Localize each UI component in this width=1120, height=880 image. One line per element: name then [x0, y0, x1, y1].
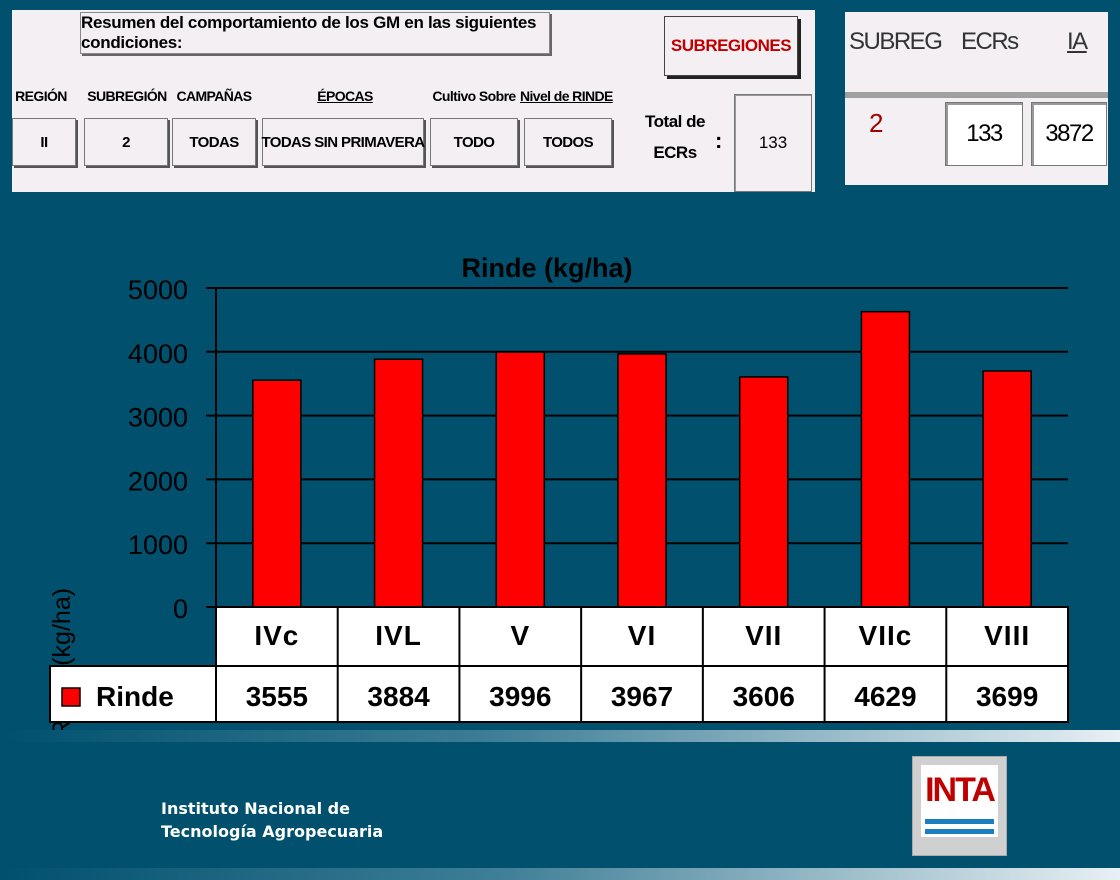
- total-ecrs-value: 133: [734, 94, 812, 192]
- institute-line2: Tecnología Agropecuaria: [161, 822, 384, 841]
- category-label-VII: VII: [745, 620, 782, 651]
- logo-text: INTA: [925, 771, 996, 809]
- y-tick-1000: 1000: [128, 530, 188, 560]
- bar-VII: [738, 376, 789, 608]
- subreg-value: 2: [869, 108, 884, 138]
- data-label-VIIc: 4629: [854, 681, 916, 712]
- subreg-panel: SUBREG ECRs IA 2 133 3872: [845, 12, 1108, 185]
- data-label-V: 3996: [489, 681, 551, 712]
- category-label-VI: VI: [628, 620, 656, 651]
- region-value[interactable]: II: [12, 118, 76, 166]
- bar-IVL: [373, 358, 424, 608]
- chart-title: Rinde (kg/ha): [461, 253, 632, 283]
- category-label-IVc: IVc: [254, 620, 299, 651]
- campanas-value[interactable]: TODAS: [172, 118, 256, 166]
- bar-IVc: [252, 379, 302, 608]
- y-tick-2000: 2000: [128, 466, 188, 496]
- total-colon: :: [715, 128, 723, 153]
- institute-line1: Instituto Nacional de: [161, 799, 350, 818]
- inta-logo: INTA: [912, 756, 1007, 856]
- legend-label: Rinde: [96, 681, 174, 712]
- data-label-VIII: 3699: [976, 681, 1038, 712]
- category-label-VIII: VIII: [984, 620, 1030, 651]
- cultivo-sobre-value[interactable]: TODO: [430, 118, 518, 166]
- ia-value: 3872: [1031, 102, 1107, 166]
- total-label-line2: ECRs: [653, 143, 697, 162]
- ia-header: IA: [1067, 28, 1088, 55]
- category-label-IVL: IVL: [375, 620, 422, 651]
- y-tick-3000: 3000: [128, 403, 188, 433]
- divider-stripe: [0, 730, 1120, 742]
- ecrs-value: 133: [945, 102, 1023, 166]
- data-label-VII: 3606: [733, 681, 795, 712]
- data-label-VI: 3967: [611, 681, 673, 712]
- rinde-bar-chart: Rinde (kg/ha) Rinde (kg/ha) 010002000300…: [48, 253, 1069, 738]
- data-label-IVL: 3884: [367, 681, 430, 712]
- subregion-value[interactable]: 2: [84, 118, 168, 166]
- category-label-V: V: [510, 620, 530, 651]
- y-tick-4000: 4000: [128, 339, 188, 369]
- epocas-value[interactable]: TODAS SIN PRIMAVERA: [261, 118, 425, 166]
- header-nivel-rinde: Nivel de RINDE: [520, 88, 613, 104]
- header-subregion: SUBREGIÓN: [87, 88, 167, 104]
- y-tick-0: 0: [173, 594, 188, 624]
- data-label-IVc: 3555: [246, 681, 308, 712]
- nivel-rinde-value[interactable]: TODOS: [524, 118, 612, 166]
- header-divider: [845, 92, 1108, 98]
- total-ecrs-label: Total de ECRs: [640, 106, 710, 168]
- subregiones-button[interactable]: SUBREGIONES: [664, 16, 798, 76]
- category-label-VIIc: VIIc: [859, 620, 913, 651]
- bottom-stripe: [0, 868, 1120, 880]
- subreg-header: SUBREG: [849, 28, 943, 55]
- bar-V: [495, 351, 546, 608]
- total-label-line1: Total de: [645, 112, 705, 131]
- y-tick-5000: 5000: [128, 275, 188, 305]
- legend-swatch: [61, 687, 81, 707]
- summary-title: Resumen del comportamiento de los GM en …: [80, 12, 550, 54]
- summary-panel: Resumen del comportamiento de los GM en …: [12, 10, 815, 192]
- data-table: IVc 3555 IVL 3884 V 3996 VI 3967 VII 3606 VIIc 4629…: [49, 606, 1069, 723]
- bar-VIIc: [860, 310, 911, 608]
- ecrs-header: ECRs: [961, 28, 1019, 55]
- y-tick-labels: 0 1000 2000 3000 4000 5000: [128, 275, 188, 624]
- header-region: REGIÓN: [15, 88, 67, 104]
- header-campanas: CAMPAÑAS: [176, 88, 252, 104]
- institute-name: Instituto Nacional de Tecnología Agropec…: [161, 797, 383, 843]
- header-cultivo-sobre: Cultivo Sobre: [432, 88, 516, 104]
- bar-VI: [617, 353, 667, 608]
- logo-bar-1: [925, 819, 994, 824]
- header-epocas: ÉPOCAS: [317, 88, 373, 104]
- logo-bar-2: [925, 829, 994, 834]
- bar-VIII: [982, 370, 1032, 608]
- bars: [252, 310, 1032, 608]
